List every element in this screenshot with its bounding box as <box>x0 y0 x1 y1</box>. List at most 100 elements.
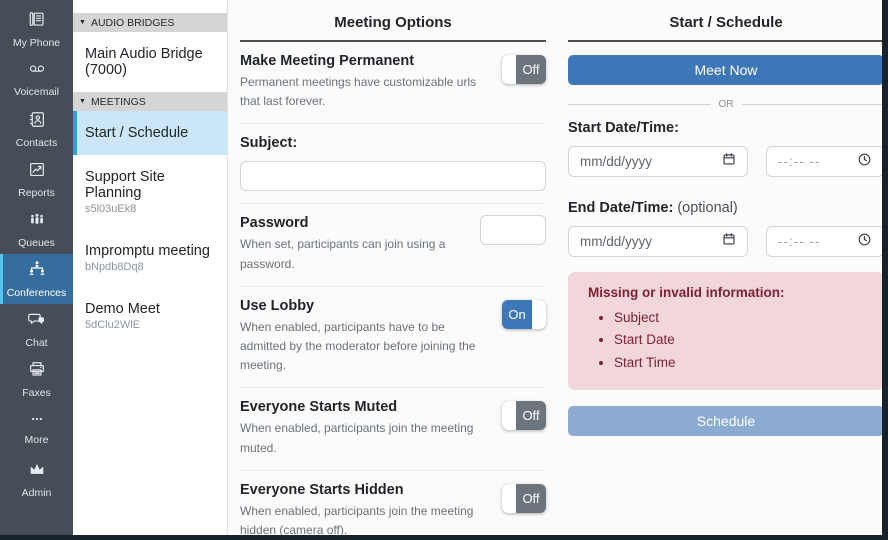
clock-icon[interactable] <box>857 232 872 252</box>
time-placeholder: --:-- -- <box>778 234 820 249</box>
date-placeholder: mm/dd/yyyy <box>580 234 652 249</box>
meeting-code: s5l03uEk8 <box>85 203 217 215</box>
option-title: Use Lobby <box>240 298 492 314</box>
start-datetime-row: mm/dd/yyyy --:-- -- <box>568 146 884 177</box>
calendar-icon[interactable] <box>722 152 736 171</box>
sidebar-item-more[interactable]: More <box>0 404 73 454</box>
chat-icon <box>26 310 48 334</box>
clock-icon[interactable] <box>857 152 872 172</box>
sidebar-item-reports[interactable]: Reports <box>0 154 73 204</box>
meeting-options-title: Meeting Options <box>240 0 546 42</box>
option-row-use-lobby: Use Lobby When enabled, participants hav… <box>240 287 546 389</box>
queues-icon <box>26 210 48 234</box>
sidebar-item-faxes[interactable]: Faxes <box>0 354 73 404</box>
divider-line <box>742 104 885 105</box>
end-date-input[interactable]: mm/dd/yyyy <box>568 226 748 257</box>
validation-error-item: Start Time <box>614 352 868 374</box>
list-item-impromptu-meeting[interactable]: Impromptu meeting bNpdb8Dq8 <box>73 229 227 287</box>
everyone-starts-hidden-toggle[interactable]: Off <box>502 484 546 513</box>
start-schedule-panel: Start / Schedule Meet Now OR Start Date/… <box>558 0 888 540</box>
option-row-everyone-starts-muted: Everyone Starts Muted When enabled, part… <box>240 388 546 470</box>
end-datetime-row: mm/dd/yyyy --:-- -- <box>568 226 884 257</box>
sidebar-item-label: Faxes <box>22 387 51 399</box>
sidebar-item-queues[interactable]: Queues <box>0 204 73 254</box>
list-item-label: Main Audio Bridge (7000) <box>85 46 217 78</box>
option-description: When set, participants can join using a … <box>240 235 480 273</box>
conferences-app-window: My Phone Voicemail Contacts Reports Queu <box>0 0 888 540</box>
list-item-label: Support Site Planning <box>85 169 217 201</box>
option-title: Password <box>240 215 480 231</box>
calendar-icon[interactable] <box>722 232 736 251</box>
sidebar-item-voicemail[interactable]: Voicemail <box>0 54 73 104</box>
section-header-label: AUDIO BRIDGES <box>91 17 174 29</box>
meeting-options-panel: Meeting Options Make Meeting Permanent P… <box>228 0 558 540</box>
schedule-button[interactable]: Schedule <box>568 406 884 436</box>
section-header-audio-bridges[interactable]: ▼ AUDIO BRIDGES <box>73 13 227 32</box>
option-description: Permanent meetings have customizable url… <box>240 73 492 111</box>
list-item-start-schedule[interactable]: Start / Schedule <box>73 111 227 155</box>
use-lobby-toggle[interactable]: On <box>502 300 546 329</box>
more-icon <box>26 412 48 431</box>
start-time-input[interactable]: --:-- -- <box>766 146 884 177</box>
option-row-make-meeting-permanent: Make Meeting Permanent Permanent meeting… <box>240 42 546 124</box>
toggle-state-label: On <box>502 300 532 329</box>
validation-error-list: Subject Start Date Start Time <box>588 307 868 374</box>
sidebar-item-label: Chat <box>25 337 47 349</box>
option-row-subject: Subject: <box>240 124 546 204</box>
sidebar-item-label: Reports <box>18 187 55 199</box>
window-edge-bottom <box>0 535 888 540</box>
toggle-knob <box>502 484 516 513</box>
validation-error-title: Missing or invalid information: <box>588 285 868 300</box>
sidebar-item-my-phone[interactable]: My Phone <box>0 4 73 54</box>
sidebar-item-contacts[interactable]: Contacts <box>0 104 73 154</box>
password-input[interactable] <box>480 215 546 245</box>
toggle-state-label: Off <box>516 484 546 513</box>
my-phone-icon <box>27 10 47 34</box>
caret-down-icon: ▼ <box>79 19 86 26</box>
toggle-state-label: Off <box>516 401 546 430</box>
list-item-label: Impromptu meeting <box>85 243 217 259</box>
subject-input[interactable] <box>240 161 546 191</box>
faxes-icon <box>27 360 47 384</box>
section-header-meetings[interactable]: ▼ MEETINGS <box>73 92 227 111</box>
end-time-input[interactable]: --:-- -- <box>766 226 884 257</box>
toggle-knob <box>502 55 516 84</box>
sidebar-item-label: Conferences <box>7 287 67 299</box>
conferences-icon <box>26 259 48 284</box>
window-edge-right <box>882 0 888 540</box>
end-datetime-optional-text: (optional) <box>677 200 737 216</box>
option-row-password: Password When set, participants can join… <box>240 204 546 286</box>
validation-error-item: Start Date <box>614 329 868 351</box>
voicemail-icon <box>26 60 48 83</box>
sidebar-item-chat[interactable]: Chat <box>0 304 73 354</box>
list-item-demo-meet[interactable]: Demo Meet 5dClu2WlE <box>73 287 227 345</box>
option-title: Everyone Starts Hidden <box>240 482 492 498</box>
toggle-state-label: Off <box>516 55 546 84</box>
main-sidebar: My Phone Voicemail Contacts Reports Queu <box>0 0 73 540</box>
sidebar-item-label: Voicemail <box>14 86 59 98</box>
option-title: Subject: <box>240 135 546 151</box>
end-datetime-label-text: End Date/Time: <box>568 200 673 216</box>
sidebar-item-admin[interactable]: Admin <box>0 454 73 504</box>
caret-down-icon: ▼ <box>79 98 86 105</box>
meet-now-button[interactable]: Meet Now <box>568 55 884 85</box>
list-item-main-audio-bridge[interactable]: Main Audio Bridge (7000) <box>73 32 227 92</box>
list-item-label: Start / Schedule <box>85 125 217 141</box>
sidebar-item-label: My Phone <box>13 37 60 49</box>
end-datetime-label: End Date/Time: (optional) <box>568 200 884 216</box>
sidebar-item-label: Admin <box>22 487 52 499</box>
option-title: Make Meeting Permanent <box>240 53 492 69</box>
option-row-everyone-starts-hidden: Everyone Starts Hidden When enabled, par… <box>240 471 546 540</box>
everyone-starts-muted-toggle[interactable]: Off <box>502 401 546 430</box>
or-divider: OR <box>568 99 884 110</box>
meetings-list-panel: ▼ AUDIO BRIDGES Main Audio Bridge (7000)… <box>73 0 228 540</box>
or-label: OR <box>719 99 734 110</box>
make-meeting-permanent-toggle[interactable]: Off <box>502 55 546 84</box>
time-placeholder: --:-- -- <box>778 154 820 169</box>
toggle-knob <box>502 401 516 430</box>
toggle-knob <box>532 300 546 329</box>
sidebar-item-conferences[interactable]: Conferences <box>0 254 73 304</box>
list-item-support-site-planning[interactable]: Support Site Planning s5l03uEk8 <box>73 155 227 229</box>
start-date-input[interactable]: mm/dd/yyyy <box>568 146 748 177</box>
option-description: When enabled, participants join the meet… <box>240 419 492 457</box>
